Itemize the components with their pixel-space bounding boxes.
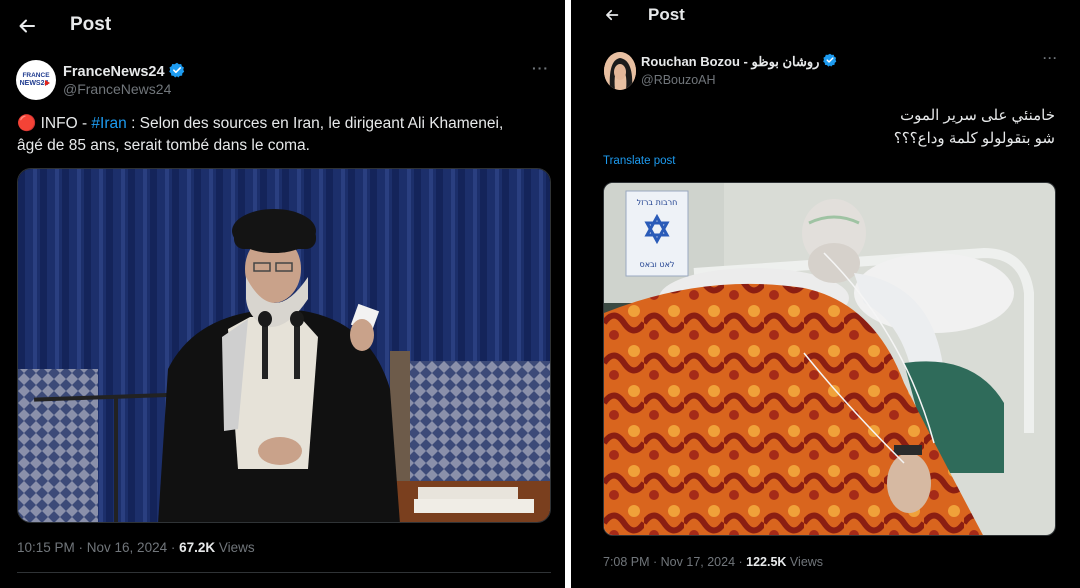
hashtag-link[interactable]: #Iran	[91, 115, 126, 132]
divider	[17, 572, 551, 573]
sign-text: חרבות ברזל	[637, 198, 678, 207]
views-count: 67.2K	[179, 540, 216, 555]
author-name-row[interactable]: Rouchan Bozou - روشان بوظو	[641, 53, 837, 70]
author-handle[interactable]: @FranceNews24	[63, 81, 171, 97]
post-header: Post	[571, 0, 1080, 30]
red-circle-emoji: 🔴	[17, 115, 37, 132]
more-options-icon[interactable]: ···	[1043, 51, 1058, 65]
post-meta: 10:15 PM · Nov 16, 2024 · 67.2K Views	[17, 540, 255, 555]
post-timestamp[interactable]: 10:15 PM · Nov 16, 2024 ·	[17, 540, 179, 555]
verified-badge-icon	[823, 53, 837, 70]
back-arrow-icon[interactable]	[14, 13, 40, 39]
verified-badge-icon	[168, 62, 185, 82]
post-image[interactable]	[17, 168, 551, 523]
author-name[interactable]: Rouchan Bozou - روشان بوظو	[641, 54, 819, 70]
post-header: Post	[0, 0, 565, 50]
author-handle[interactable]: @RBouzoAH	[641, 73, 716, 87]
translate-post-link[interactable]: Translate post	[603, 155, 675, 167]
avatar[interactable]	[604, 52, 636, 90]
page-title: Post	[70, 14, 112, 35]
avatar-logo-text: FRANCE	[22, 72, 50, 79]
right-post-panel: Post Rouchan Bozou - روشان بوظو @RBouzoA…	[571, 0, 1080, 588]
author-name[interactable]: FranceNews24	[63, 64, 165, 80]
post-meta: 7:08 PM · Nov 17, 2024 · 122.5K Views	[603, 555, 824, 569]
svg-text:לאט ובאס: לאט ובאס	[640, 260, 675, 269]
left-post-panel: Post FRANCE NEWS24 FranceNews24 @FranceN…	[0, 0, 565, 588]
views-count: 122.5K	[746, 555, 787, 569]
avatar[interactable]: FRANCE NEWS24	[16, 60, 56, 100]
page-title: Post	[648, 5, 685, 24]
svg-text:NEWS24: NEWS24	[20, 80, 49, 87]
author-name-row[interactable]: FranceNews24	[63, 62, 185, 82]
post-image[interactable]: חרבות ברזל לאט ובאס	[603, 182, 1056, 536]
post-timestamp[interactable]: 7:08 PM · Nov 17, 2024 ·	[603, 555, 746, 569]
tweet-text: خامنئي على سرير الموت شو بتقولولو كلمة و…	[893, 107, 1055, 147]
tweet-text: 🔴 INFO - #Iran : Selon des sources en Ir…	[17, 115, 504, 155]
more-options-icon[interactable]: ···	[532, 60, 549, 76]
back-arrow-icon[interactable]	[601, 4, 623, 26]
